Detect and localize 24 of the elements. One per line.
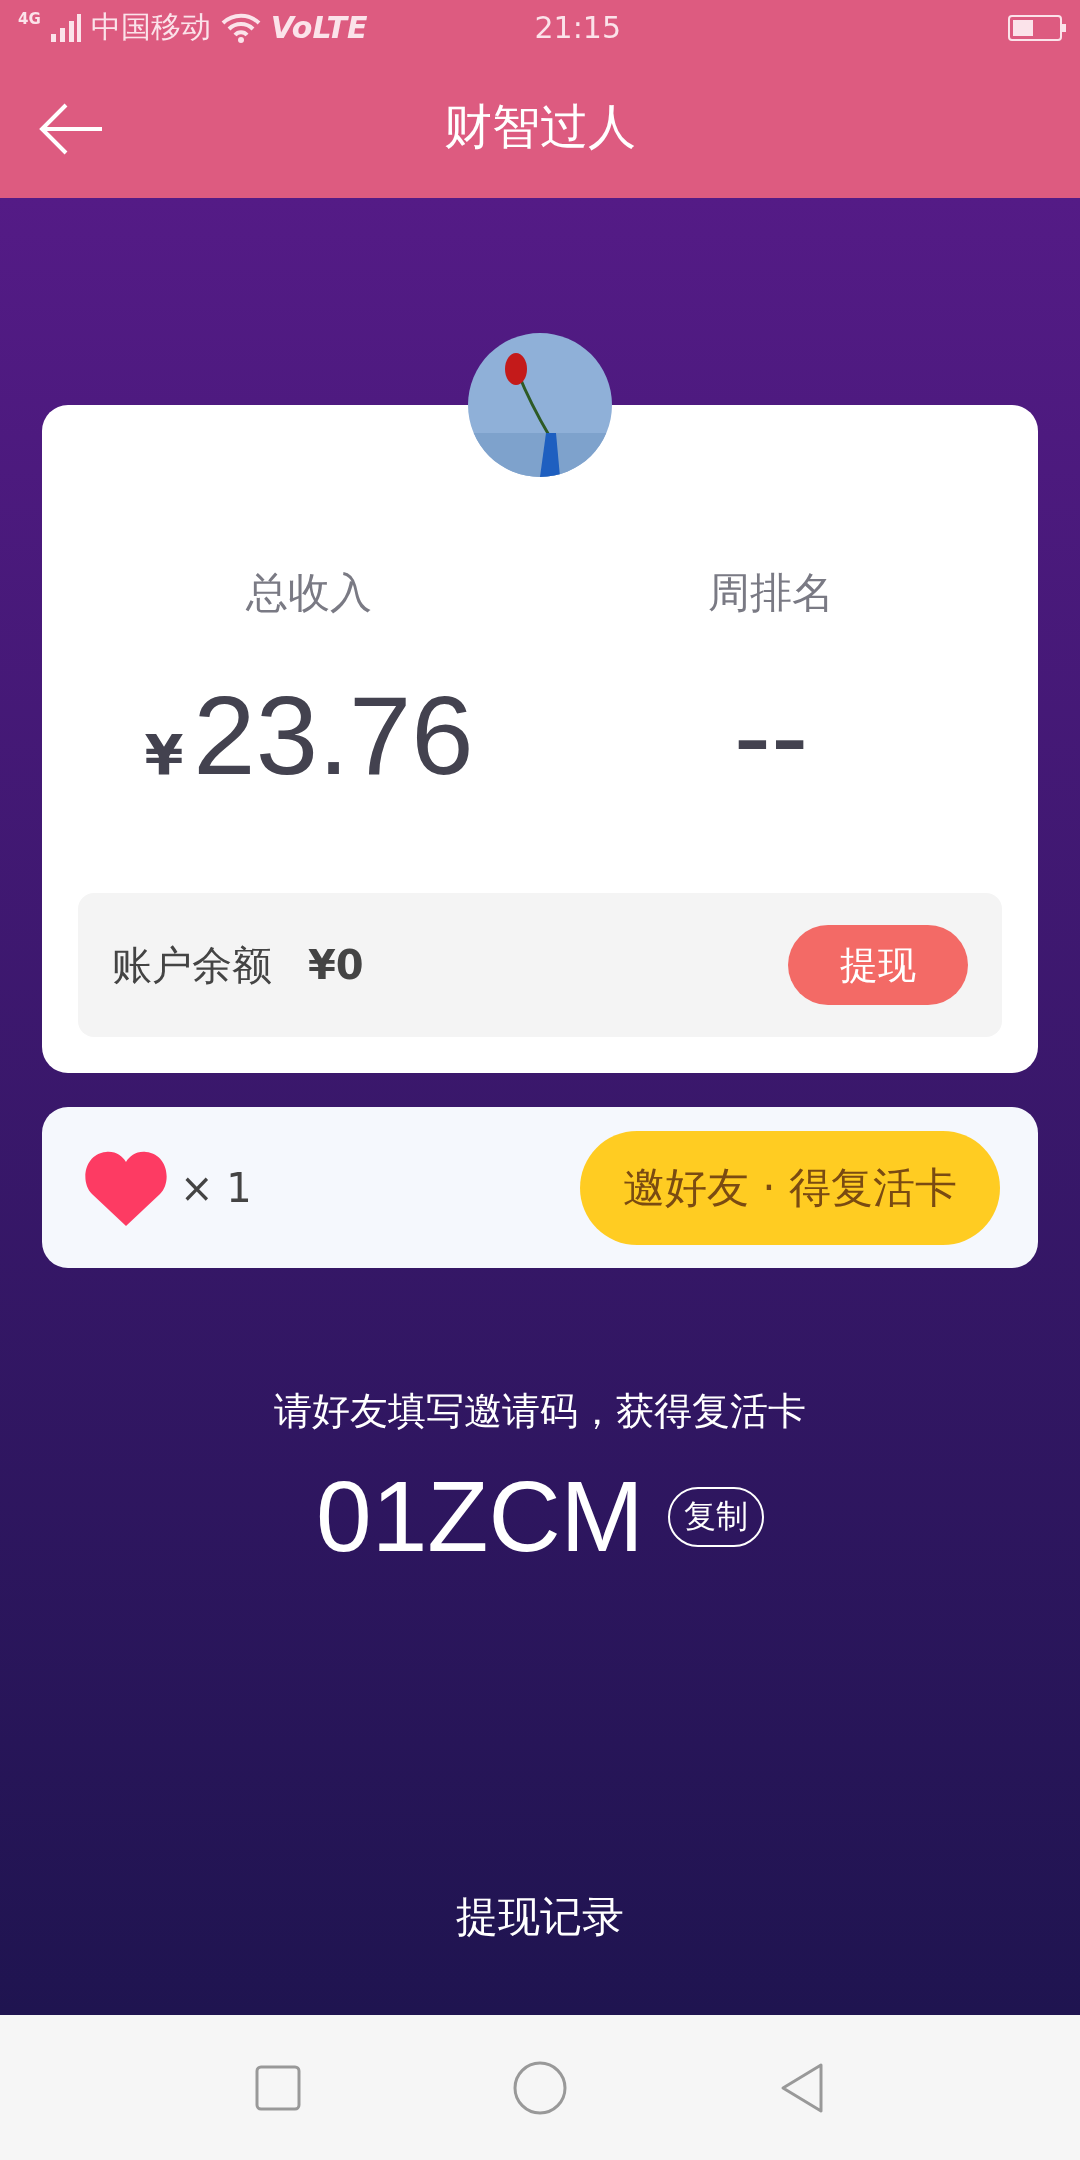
clock-time: 21:15 [534, 10, 621, 45]
copy-button[interactable]: 复制 [667, 1486, 764, 1547]
home-button[interactable] [512, 2059, 568, 2116]
invite-code: 01ZCM [316, 1459, 644, 1574]
page-title: 财智过人 [444, 96, 636, 156]
lives-count: × 1 [180, 1164, 252, 1211]
invite-button[interactable]: 邀好友 · 得复活卡 [580, 1130, 1000, 1245]
withdraw-history-link[interactable]: 提现记录 [456, 1889, 624, 1945]
volte-label: VoLTE [270, 10, 368, 45]
stat-value: 23.76 [193, 672, 474, 800]
stat-value: -- [733, 672, 809, 800]
stat-label: 总收入 [246, 567, 372, 619]
balance-label: 账户余额 [112, 940, 272, 990]
stat-label: 周排名 [708, 567, 834, 619]
balance-value: ¥0 [308, 942, 364, 988]
network-type: 4G [18, 10, 41, 28]
battery-icon [1008, 14, 1066, 41]
carrier-name: 中国移动 [90, 8, 211, 46]
recent-apps-button[interactable] [255, 2064, 302, 2111]
currency-symbol: ¥ [144, 722, 184, 787]
wifi-icon [220, 12, 261, 43]
signal-icon [50, 13, 81, 42]
heart-icon [84, 1149, 168, 1226]
invite-hint: 请好友填写邀请码，获得复活卡 [274, 1388, 806, 1435]
